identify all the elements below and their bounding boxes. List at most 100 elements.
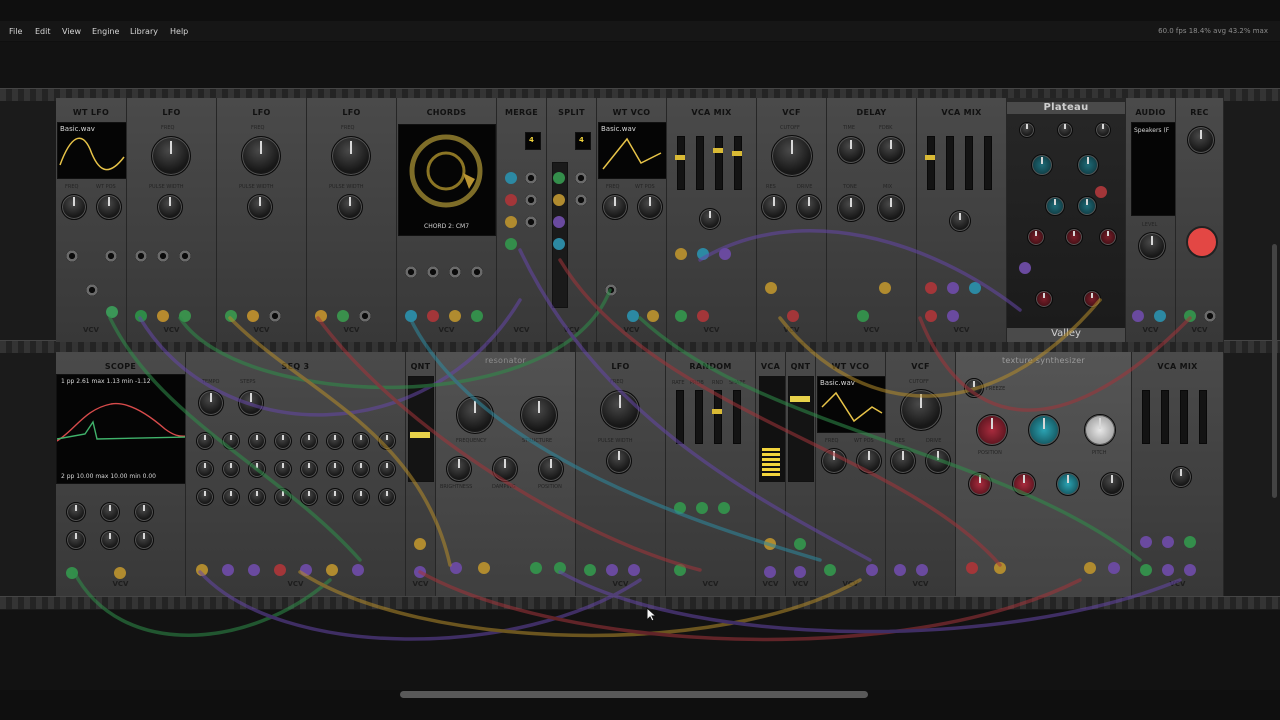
resonator-brightness-knob[interactable] xyxy=(446,456,472,482)
seq-output-jack[interactable] xyxy=(326,564,338,576)
module-vca[interactable]: VCA VCV xyxy=(756,352,786,596)
wt-vco-output-jack[interactable] xyxy=(647,310,659,322)
plateau-knob[interactable] xyxy=(1019,122,1035,138)
chords-jack[interactable] xyxy=(449,266,461,278)
resonator-input-jack[interactable] xyxy=(478,562,490,574)
chords-output-jack[interactable] xyxy=(471,310,483,322)
seq-step-knob[interactable] xyxy=(274,488,292,506)
random-output-jack[interactable] xyxy=(674,564,686,576)
vca-mix-fader[interactable] xyxy=(677,136,685,190)
seq-step-knob[interactable] xyxy=(248,432,266,450)
seq-step-knob[interactable] xyxy=(248,460,266,478)
lfo-output-jack[interactable] xyxy=(628,564,640,576)
module-wt-vco[interactable]: WT VCO Basic.wav FREQ WT POS VCV xyxy=(597,98,667,342)
lfo-output-jack[interactable] xyxy=(606,564,618,576)
module-chords[interactable]: CHORDS CHORD 2: CM7 VCV xyxy=(397,98,497,342)
module-plateau[interactable]: Plateau Valley xyxy=(1007,98,1126,342)
scope-knob[interactable] xyxy=(100,502,120,522)
seq-step-knob[interactable] xyxy=(222,460,240,478)
random-jack[interactable] xyxy=(718,502,730,514)
resonator-frequency-knob[interactable] xyxy=(456,396,494,434)
audio-input-jack[interactable] xyxy=(1154,310,1166,322)
vcf-res-knob[interactable] xyxy=(761,194,787,220)
seq-step-knob[interactable] xyxy=(352,432,370,450)
split-jack[interactable] xyxy=(553,172,565,184)
seq-output-jack[interactable] xyxy=(196,564,208,576)
module-wt-lfo[interactable]: WT LFO Basic.wav FREQ WT POS VCV xyxy=(56,98,127,342)
module-vca-mix[interactable]: VCA MIX VCV xyxy=(667,98,757,342)
wt-lfo-jack[interactable] xyxy=(86,284,98,296)
random-jack[interactable] xyxy=(696,502,708,514)
delay-fdbk-knob[interactable] xyxy=(877,136,905,164)
delay-output-jack[interactable] xyxy=(857,310,869,322)
merge-jack[interactable] xyxy=(505,238,517,250)
seq-step-knob[interactable] xyxy=(378,488,396,506)
split-jack[interactable] xyxy=(553,216,565,228)
scope-knob[interactable] xyxy=(134,502,154,522)
plateau-dry-knob[interactable] xyxy=(1031,154,1053,176)
delay-tone-knob[interactable] xyxy=(837,194,865,222)
module-vca-mix[interactable]: VCA MIX VCV xyxy=(917,98,1007,342)
chords-jack[interactable] xyxy=(405,266,417,278)
lfo-jack[interactable] xyxy=(157,250,169,262)
qnt-output-jack[interactable] xyxy=(794,566,806,578)
plateau-knob[interactable] xyxy=(1035,290,1053,308)
qnt-output-jack[interactable] xyxy=(414,566,426,578)
merge-jack[interactable] xyxy=(505,194,517,206)
split-jack[interactable] xyxy=(553,238,565,250)
plateau-knob[interactable] xyxy=(1057,122,1073,138)
chords-jack[interactable] xyxy=(471,266,483,278)
module-wt-vco[interactable]: WT VCO Basic.wav FREQ WT POS VCV xyxy=(816,352,886,596)
module-split[interactable]: SPLIT 4 VCV xyxy=(547,98,597,342)
vca-mix-input-jack[interactable] xyxy=(697,248,709,260)
vca-mix-output-jack[interactable] xyxy=(947,310,959,322)
lfo-output-jack[interactable] xyxy=(247,310,259,322)
seq-output-jack[interactable] xyxy=(248,564,260,576)
module-vcf[interactable]: VCF CUTOFF RES DRIVE VCV xyxy=(886,352,956,596)
chords-jack[interactable] xyxy=(427,266,439,278)
vca-mix-fader[interactable] xyxy=(734,136,742,190)
menu-library[interactable]: Library xyxy=(130,27,158,36)
wt-vco-wtpos-knob[interactable] xyxy=(856,448,882,474)
rec-input-jack[interactable] xyxy=(1184,310,1196,322)
split-jack[interactable] xyxy=(575,172,587,184)
lfo-jack[interactable] xyxy=(179,250,191,262)
resonator-position-knob[interactable] xyxy=(538,456,564,482)
lfo-pw-knob[interactable] xyxy=(247,194,273,220)
scope-knob[interactable] xyxy=(100,530,120,550)
plateau-jack[interactable] xyxy=(1095,186,1107,198)
vca-mix-output-jack[interactable] xyxy=(925,310,937,322)
vca-mix-fader[interactable] xyxy=(696,136,704,190)
seq-step-knob[interactable] xyxy=(300,460,318,478)
seq-steps-knob[interactable] xyxy=(238,390,264,416)
delay-time-knob[interactable] xyxy=(837,136,865,164)
texture-position-knob[interactable] xyxy=(976,414,1008,446)
vca-mix-fader[interactable] xyxy=(715,136,723,190)
seq-step-knob[interactable] xyxy=(378,460,396,478)
wt-lfo-wtpos-knob[interactable] xyxy=(96,194,122,220)
seq-step-knob[interactable] xyxy=(300,488,318,506)
split-jack[interactable] xyxy=(575,194,587,206)
vca-mix-master-knob[interactable] xyxy=(699,208,721,230)
menu-edit[interactable]: Edit xyxy=(35,27,51,36)
rec-jack[interactable] xyxy=(1204,310,1216,322)
vca-mix-output-jack[interactable] xyxy=(1162,564,1174,576)
module-vcf[interactable]: VCF CUTOFF RES DRIVE VCV xyxy=(757,98,827,342)
texture-output-jack[interactable] xyxy=(1084,562,1096,574)
lfo-output-jack[interactable] xyxy=(584,564,596,576)
seq-step-knob[interactable] xyxy=(274,460,292,478)
horizontal-scrollbar[interactable] xyxy=(400,691,868,698)
lfo-pw-knob[interactable] xyxy=(157,194,183,220)
split-jack[interactable] xyxy=(553,194,565,206)
plateau-knob[interactable] xyxy=(1027,228,1045,246)
texture-knob[interactable] xyxy=(964,378,984,398)
merge-jack[interactable] xyxy=(505,216,517,228)
texture-knob[interactable] xyxy=(1056,472,1080,496)
vca-mix-fader[interactable] xyxy=(984,136,992,190)
resonator-output-jack[interactable] xyxy=(530,562,542,574)
texture-knob[interactable] xyxy=(968,472,992,496)
vca-input-jack[interactable] xyxy=(764,538,776,550)
module-lfo[interactable]: LFO FREQ PULSE WIDTH VCV xyxy=(576,352,666,596)
wt-lfo-output-jack[interactable] xyxy=(106,306,118,318)
random-shape-slider[interactable] xyxy=(733,390,741,444)
